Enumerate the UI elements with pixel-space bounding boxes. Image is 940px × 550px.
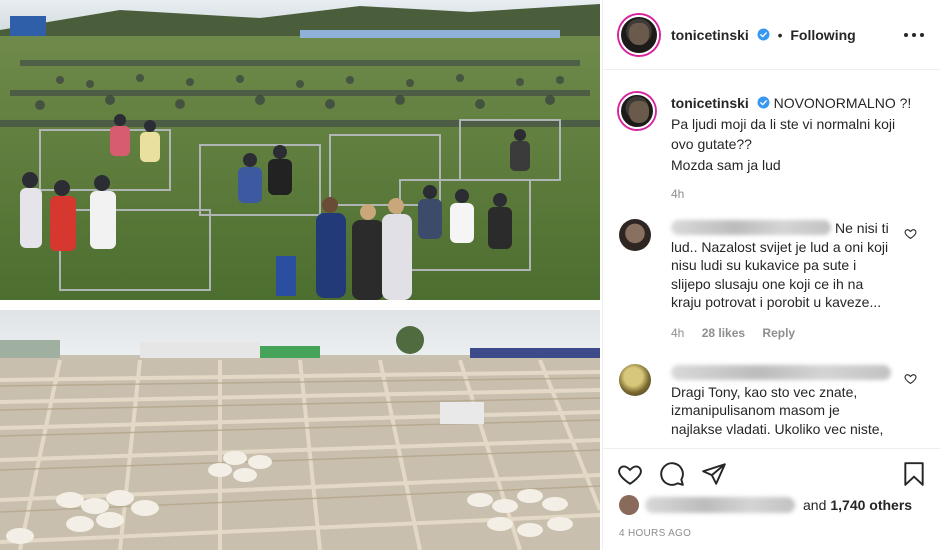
liker-avatar (619, 495, 639, 515)
image-divider (0, 300, 600, 310)
heart-icon[interactable] (904, 227, 917, 240)
author-username[interactable]: tonicetinski (671, 27, 749, 43)
instagram-post: tonicetinski • Following tonicetinski NO… (0, 0, 940, 550)
sheep-pens-photo (0, 310, 600, 550)
blurred-liker-name (645, 497, 795, 513)
verified-icon (757, 28, 770, 40)
post-caption: tonicetinski NOVONORMALNO ?! Pa ljudi mo… (619, 93, 919, 201)
comment-icon[interactable] (659, 461, 685, 487)
comment-item: Ne nisi ti lud.. Nazalost svijet je lud … (619, 219, 925, 340)
caption-line: Pa ljudi moji da li ste vi normalni koji… (671, 115, 896, 153)
author-avatar[interactable] (619, 14, 659, 55)
more-options-icon[interactable] (904, 26, 924, 44)
blurred-username (671, 220, 831, 235)
likes-and: and (803, 497, 827, 513)
comments-section: tonicetinski NOVONORMALNO ?! Pa ljudi mo… (603, 71, 940, 448)
comment-item: Dragi Tony, kao sto vec znate, izmanipul… (619, 364, 925, 438)
comment-timestamp[interactable]: 4h (671, 326, 684, 340)
share-icon[interactable] (701, 461, 727, 487)
following-button[interactable]: Following (790, 27, 855, 43)
post-media[interactable] (0, 0, 602, 550)
separator-dot: • (777, 26, 783, 43)
caption-line: NOVONORMALNO ?! (773, 95, 912, 111)
comment-text: Dragi Tony, kao sto vec znate, izmanipul… (671, 383, 884, 437)
post-time-ago[interactable]: 4 HOURS AGO (619, 528, 691, 539)
caption-line: Mozda sam ja lud (671, 156, 781, 173)
heart-icon[interactable] (904, 372, 917, 385)
caption-username[interactable]: tonicetinski (671, 95, 749, 111)
post-sidebar: tonicetinski • Following tonicetinski NO… (602, 0, 940, 550)
caption-avatar[interactable] (619, 93, 655, 129)
concert-crowd-photo (0, 0, 600, 300)
commenter-avatar[interactable] (619, 219, 651, 251)
verified-icon (757, 96, 770, 109)
blurred-username (671, 365, 891, 380)
post-header: tonicetinski • Following (603, 0, 940, 70)
commenter-avatar[interactable] (619, 364, 651, 396)
caption-timestamp[interactable]: 4h (671, 187, 919, 201)
bookmark-icon[interactable] (901, 461, 927, 487)
heart-icon[interactable] (617, 461, 643, 487)
likes-others[interactable]: 1,740 others (830, 497, 912, 513)
reply-button[interactable]: Reply (762, 326, 795, 340)
comment-likes[interactable]: 28 likes (702, 326, 745, 340)
action-bar (603, 448, 940, 498)
likes-summary[interactable]: and 1,740 others (619, 492, 924, 518)
